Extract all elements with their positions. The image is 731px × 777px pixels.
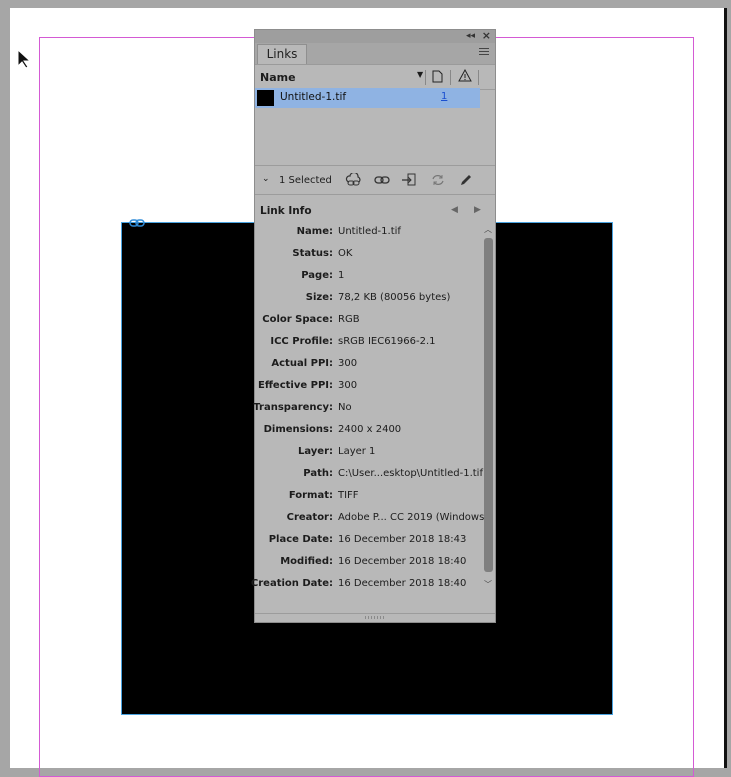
- info-value: Untitled-1.tif: [338, 226, 401, 237]
- close-icon[interactable]: ×: [482, 29, 491, 42]
- info-label: ICC Profile:: [270, 336, 333, 347]
- info-row-page: Page: 1: [255, 270, 481, 290]
- info-row-actual-ppi: Actual PPI: 300: [255, 358, 481, 378]
- tab-links-label: Links: [266, 47, 298, 61]
- panel-menu-icon[interactable]: [479, 48, 489, 57]
- info-row-icc-profile: ICC Profile: sRGB IEC61966-2.1: [255, 336, 481, 356]
- info-row-place-date: Place Date: 16 December 2018 18:43: [255, 534, 481, 554]
- arrow-cursor-icon: [17, 48, 32, 73]
- info-value: No: [338, 402, 352, 413]
- panel-titlebar[interactable]: ◂◂ ×: [255, 29, 495, 43]
- info-value: TIFF: [338, 490, 359, 501]
- info-label: Effective PPI:: [257, 380, 333, 391]
- info-value: RGB: [338, 314, 360, 325]
- info-label: Creator:: [286, 512, 333, 523]
- grip-icon: [365, 616, 385, 619]
- info-label: Modified:: [280, 556, 333, 567]
- page-icon[interactable]: [432, 70, 443, 86]
- selection-count: 1 Selected: [279, 175, 332, 186]
- info-row-color-space: Color Space: RGB: [255, 314, 481, 334]
- scroll-down-icon[interactable]: ﹀: [484, 579, 492, 590]
- info-label: Creation Date:: [250, 578, 333, 589]
- column-name-header[interactable]: Name: [260, 71, 296, 84]
- link-name: Untitled-1.tif: [280, 91, 347, 103]
- info-label: Actual PPI:: [271, 358, 333, 369]
- info-label: Transparency:: [253, 402, 333, 413]
- link-info-scrollbar[interactable]: ︿ ﹀: [483, 224, 494, 592]
- link-info-header[interactable]: Link Info ◀ ▶: [255, 196, 495, 222]
- info-value: 2400 x 2400: [338, 424, 402, 435]
- info-value: OK: [338, 248, 353, 259]
- info-value: 300: [338, 358, 358, 369]
- info-row-size: Size: 78,2 KB (80056 bytes): [255, 292, 481, 312]
- info-label: Page:: [301, 270, 333, 281]
- link-thumbnail: [257, 90, 274, 106]
- info-row-transparency: Transparency: No: [253, 402, 481, 422]
- info-value: Adobe P... CC 2019 (Windows): [338, 512, 489, 523]
- link-info-title: Link Info: [260, 205, 312, 217]
- double-chevron-left-icon[interactable]: ◂◂: [466, 31, 475, 41]
- info-label: Path:: [303, 468, 333, 479]
- info-value: 78,2 KB (80056 bytes): [338, 292, 451, 303]
- previous-link-icon[interactable]: ◀: [451, 205, 458, 215]
- scroll-up-icon[interactable]: ︿: [484, 224, 492, 235]
- info-row-creator: Creator: Adobe P... CC 2019 (Windows): [255, 512, 489, 532]
- info-value: 1: [338, 270, 345, 281]
- tab-links[interactable]: Links: [257, 44, 307, 64]
- links-panel: ◂◂ × Links Name ▼ Untitled-1.tif 1 ⌄ 1 S…: [251, 29, 496, 623]
- column-divider: [450, 70, 451, 85]
- scroll-thumb[interactable]: [484, 238, 493, 572]
- info-value: Layer 1: [338, 446, 376, 457]
- info-row-creation-date: Creation Date: 16 December 2018 18:40: [251, 578, 481, 598]
- info-label: Size:: [305, 292, 333, 303]
- info-value: 16 December 2018 18:43: [338, 534, 467, 545]
- info-row-dimensions: Dimensions: 2400 x 2400: [255, 424, 481, 444]
- info-row-effective-ppi: Effective PPI: 300: [255, 380, 481, 400]
- info-row-status: Status: OK: [255, 248, 481, 268]
- info-label: Dimensions:: [263, 424, 333, 435]
- warning-icon[interactable]: [458, 68, 472, 85]
- links-column-header: Name ▼: [255, 65, 495, 90]
- link-row[interactable]: Untitled-1.tif 1: [255, 88, 480, 108]
- info-label: Place Date:: [268, 534, 333, 545]
- info-value: 300: [338, 380, 358, 391]
- info-row-format: Format: TIFF: [255, 490, 481, 510]
- column-divider: [425, 70, 426, 85]
- info-value: C:\User...esktop\Untitled-1.tif: [338, 468, 483, 479]
- sort-dropdown-icon[interactable]: ▼: [417, 70, 423, 79]
- info-label: Format:: [288, 490, 333, 501]
- go-to-link-icon[interactable]: [401, 173, 417, 190]
- info-label: Status:: [292, 248, 333, 259]
- info-label: Layer:: [297, 446, 333, 457]
- chevron-down-icon[interactable]: ⌄: [262, 174, 270, 184]
- link-badge-icon[interactable]: [129, 219, 145, 228]
- cloud-link-icon[interactable]: [345, 171, 363, 190]
- info-value: 16 December 2018 18:40: [338, 556, 467, 567]
- info-row-layer: Layer: Layer 1: [255, 446, 481, 466]
- info-row-modified: Modified: 16 December 2018 18:40: [255, 556, 481, 576]
- next-link-icon[interactable]: ▶: [474, 205, 481, 215]
- info-value: sRGB IEC61966-2.1: [338, 336, 436, 347]
- panel-resize-grip[interactable]: [255, 613, 495, 622]
- info-label: Name:: [296, 226, 333, 237]
- update-link-icon[interactable]: [431, 173, 445, 190]
- relink-icon[interactable]: [374, 173, 390, 190]
- panel-tab-row: Links: [255, 43, 495, 65]
- link-page-number[interactable]: 1: [441, 91, 447, 102]
- column-divider: [478, 70, 479, 85]
- edit-original-icon[interactable]: [459, 173, 473, 190]
- link-info-list: Name: Untitled-1.tif Status: OK Page: 1 Siz…: [251, 223, 495, 598]
- info-row-path: Path: C:\User...esktop\Untitled-1.tif: [255, 468, 483, 488]
- info-row-name: Name: Untitled-1.tif: [255, 226, 481, 246]
- page-shadow: [724, 8, 727, 768]
- info-label: Color Space:: [262, 314, 333, 325]
- info-value: 16 December 2018 18:40: [338, 578, 467, 589]
- links-toolbar: ⌄ 1 Selected: [255, 165, 495, 195]
